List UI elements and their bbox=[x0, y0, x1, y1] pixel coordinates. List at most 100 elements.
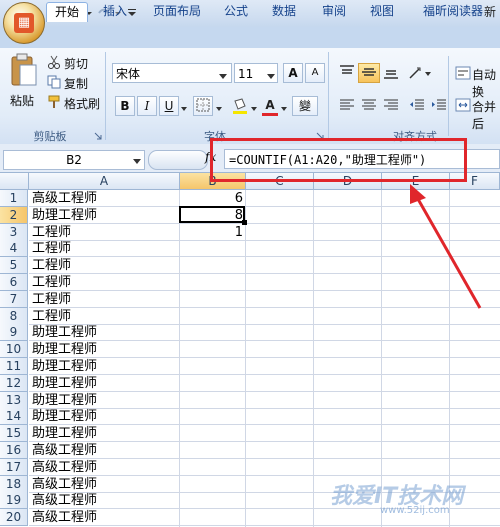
cell-a[interactable]: 工程师 bbox=[29, 291, 179, 308]
chevron-down-icon[interactable] bbox=[280, 102, 288, 111]
formula-bar-splitter[interactable] bbox=[148, 150, 208, 170]
cell-a[interactable]: 高级工程师 bbox=[29, 190, 179, 207]
cell-b[interactable]: 1 bbox=[180, 224, 246, 241]
font-color-button[interactable]: A bbox=[260, 95, 280, 115]
chevron-down-icon[interactable] bbox=[215, 102, 223, 111]
chevron-down-icon[interactable] bbox=[218, 69, 228, 79]
cell-b[interactable]: 6 bbox=[180, 190, 246, 207]
cell-a[interactable]: 高级工程师 bbox=[29, 492, 179, 509]
row-header[interactable]: 13 bbox=[0, 391, 28, 409]
row-header[interactable]: 7 bbox=[0, 290, 28, 308]
cell-b[interactable] bbox=[180, 240, 246, 257]
borders-icon[interactable] bbox=[193, 96, 213, 116]
phonetic-button[interactable]: 變 bbox=[292, 96, 318, 116]
row-header[interactable]: 20 bbox=[0, 509, 28, 527]
cell-b[interactable] bbox=[180, 324, 246, 341]
align-left-icon[interactable] bbox=[336, 96, 358, 116]
cell-b[interactable] bbox=[180, 442, 246, 459]
italic-button[interactable]: I bbox=[137, 96, 157, 116]
chevron-down-icon[interactable] bbox=[250, 102, 258, 111]
cell-a[interactable]: 助理工程师 bbox=[29, 207, 179, 224]
fill-color-icon[interactable] bbox=[230, 96, 250, 116]
increase-indent-icon[interactable] bbox=[428, 96, 450, 116]
row-header[interactable]: 9 bbox=[0, 324, 28, 342]
cell-a[interactable]: 工程师 bbox=[29, 308, 179, 325]
cell-b[interactable] bbox=[180, 492, 246, 509]
paste-button[interactable]: 粘贴 bbox=[10, 92, 34, 109]
row-header[interactable]: 10 bbox=[0, 341, 28, 359]
cell-b[interactable] bbox=[180, 459, 246, 476]
shrink-font-icon[interactable]: A bbox=[305, 63, 325, 83]
cell-a[interactable]: 高级工程师 bbox=[29, 476, 179, 493]
tab-formulas[interactable]: 公式 bbox=[218, 2, 254, 21]
cell-b[interactable] bbox=[180, 308, 246, 325]
row-header[interactable]: 5 bbox=[0, 257, 28, 275]
cell-a[interactable]: 助理工程师 bbox=[29, 341, 179, 358]
bold-button[interactable]: B bbox=[115, 96, 135, 116]
align-center-icon[interactable] bbox=[358, 96, 380, 116]
cell-b[interactable] bbox=[180, 509, 246, 526]
font-launcher-icon[interactable] bbox=[316, 129, 324, 140]
chevron-down-icon[interactable] bbox=[132, 155, 142, 164]
office-button[interactable]: ▦ bbox=[3, 2, 45, 44]
select-all-corner[interactable] bbox=[0, 173, 29, 190]
paste-icon[interactable] bbox=[8, 53, 38, 89]
cell-a[interactable]: 高级工程师 bbox=[29, 442, 179, 459]
cell-a[interactable]: 助理工程师 bbox=[29, 324, 179, 341]
cell-a[interactable]: 助理工程师 bbox=[29, 358, 179, 375]
align-right-icon[interactable] bbox=[380, 96, 402, 116]
tab-insert[interactable]: 插入 bbox=[96, 2, 134, 21]
decrease-indent-icon[interactable] bbox=[406, 96, 428, 116]
cell-a[interactable]: 助理工程师 bbox=[29, 408, 179, 425]
row-header[interactable]: 12 bbox=[0, 374, 28, 392]
row-header[interactable]: 6 bbox=[0, 274, 28, 291]
row-header[interactable]: 1 bbox=[0, 190, 28, 207]
cell-b[interactable] bbox=[180, 476, 246, 493]
row-header[interactable]: 11 bbox=[0, 358, 28, 375]
cell-b[interactable] bbox=[180, 408, 246, 425]
tab-home[interactable]: 开始 bbox=[46, 2, 88, 22]
row-header[interactable]: 4 bbox=[0, 240, 28, 258]
align-middle-icon[interactable] bbox=[358, 63, 380, 83]
copy-button[interactable]: 复制 bbox=[64, 75, 88, 92]
row-header[interactable]: 14 bbox=[0, 408, 28, 426]
cell-b[interactable] bbox=[180, 425, 246, 442]
format-painter-button[interactable]: 格式刷 bbox=[64, 95, 100, 112]
chevron-down-icon[interactable] bbox=[180, 102, 188, 111]
cell-a[interactable]: 助理工程师 bbox=[29, 425, 179, 442]
row-header[interactable]: 15 bbox=[0, 425, 28, 443]
cell-a[interactable]: 高级工程师 bbox=[29, 509, 179, 526]
cell-a[interactable]: 工程师 bbox=[29, 257, 179, 274]
cell-b[interactable] bbox=[180, 375, 246, 392]
clipboard-launcher-icon[interactable] bbox=[94, 129, 102, 140]
tab-page-layout[interactable]: 页面布局 bbox=[146, 2, 208, 21]
row-header[interactable]: 18 bbox=[0, 475, 28, 493]
orientation-icon[interactable] bbox=[406, 63, 436, 83]
cell-b[interactable] bbox=[180, 392, 246, 409]
cell-b[interactable] bbox=[180, 291, 246, 308]
cell-a[interactable]: 工程师 bbox=[29, 240, 179, 257]
name-box[interactable]: B2 bbox=[3, 150, 145, 170]
cut-button[interactable]: 剪切 bbox=[64, 55, 88, 72]
row-header[interactable]: 8 bbox=[0, 307, 28, 325]
cell-a[interactable]: 高级工程师 bbox=[29, 459, 179, 476]
wrap-text-button[interactable]: 自动换 bbox=[472, 66, 500, 100]
merge-center-button[interactable]: 合并后 bbox=[472, 98, 500, 132]
cell-b[interactable] bbox=[180, 257, 246, 274]
grow-font-icon[interactable]: A bbox=[283, 63, 303, 83]
row-header[interactable]: 19 bbox=[0, 492, 28, 510]
cell-a[interactable]: 工程师 bbox=[29, 274, 179, 291]
fill-handle[interactable] bbox=[242, 220, 247, 225]
underline-button[interactable]: U bbox=[159, 96, 179, 116]
font-name-combo[interactable]: 宋体 bbox=[112, 63, 232, 83]
row-header[interactable]: 17 bbox=[0, 458, 28, 476]
cell-a[interactable]: 助理工程师 bbox=[29, 375, 179, 392]
tab-view[interactable]: 视图 bbox=[364, 2, 400, 21]
tab-data[interactable]: 数据 bbox=[266, 2, 302, 21]
tab-review[interactable]: 审阅 bbox=[316, 2, 352, 21]
row-header[interactable]: 2 bbox=[0, 206, 28, 224]
column-header-a[interactable]: A bbox=[29, 173, 180, 190]
cell-b[interactable] bbox=[180, 358, 246, 375]
tab-foxit-reader[interactable]: 福昕阅读器 bbox=[414, 2, 492, 21]
align-top-icon[interactable] bbox=[336, 63, 358, 83]
